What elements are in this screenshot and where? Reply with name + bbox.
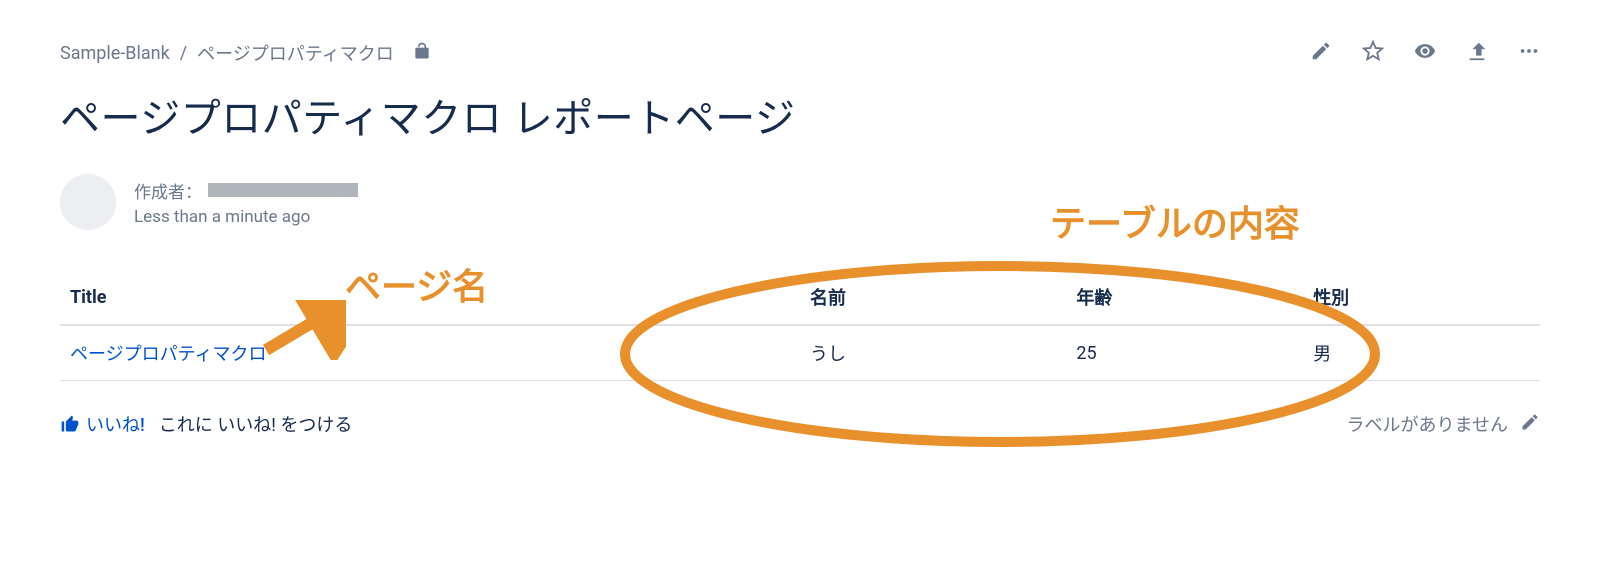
author-name-redacted [208,183,358,197]
star-icon[interactable] [1362,40,1384,66]
labels-area: ラベルがありません [1347,411,1540,437]
top-bar: Sample-Blank / ページプロパティマクロ [60,40,1540,66]
breadcrumb-parent[interactable]: ページプロパティマクロ [197,40,394,66]
edit-icon[interactable] [1310,40,1332,66]
edit-labels-icon[interactable] [1520,412,1540,437]
share-icon[interactable] [1466,40,1488,66]
cell-name: うし [800,325,1066,381]
col-age-header[interactable]: 年齢 [1066,270,1303,325]
breadcrumb-space[interactable]: Sample-Blank [60,43,170,64]
author-row: 作成者： Less than a minute ago [60,174,1540,230]
col-name-header[interactable]: 名前 [800,270,1066,325]
report-table: Title 名前 年齢 性別 ページプロパティマクロ うし 25 男 [60,270,1540,381]
timestamp: Less than a minute ago [134,207,358,227]
like-prompt: これに いいね! をつける [159,411,353,437]
like-button[interactable]: いいね! [60,411,145,437]
unlock-icon[interactable] [412,41,432,66]
breadcrumb-separator: / [180,43,187,64]
breadcrumb: Sample-Blank / ページプロパティマクロ [60,40,432,66]
thumbs-up-icon [60,414,80,434]
avatar[interactable] [60,174,116,230]
page-title: ページプロパティマクロ レポートページ [60,86,1540,144]
author-info: 作成者： Less than a minute ago [134,178,358,227]
no-labels-text: ラベルがありません [1347,411,1508,437]
cell-sex: 男 [1303,325,1540,381]
page-actions [1310,40,1540,66]
col-sex-header[interactable]: 性別 [1303,270,1540,325]
watch-icon[interactable] [1414,40,1436,66]
author-label: 作成者： [134,178,202,203]
footer-row: いいね! これに いいね! をつける ラベルがありません [60,411,1540,437]
more-icon[interactable] [1518,40,1540,66]
table-row: ページプロパティマクロ うし 25 男 [60,325,1540,381]
table-header-row: Title 名前 年齢 性別 [60,270,1540,325]
cell-age: 25 [1066,325,1303,381]
col-title-header[interactable]: Title [60,270,800,325]
like-section: いいね! これに いいね! をつける [60,411,352,437]
like-label: いいね! [86,411,145,437]
page-link[interactable]: ページプロパティマクロ [70,344,267,365]
